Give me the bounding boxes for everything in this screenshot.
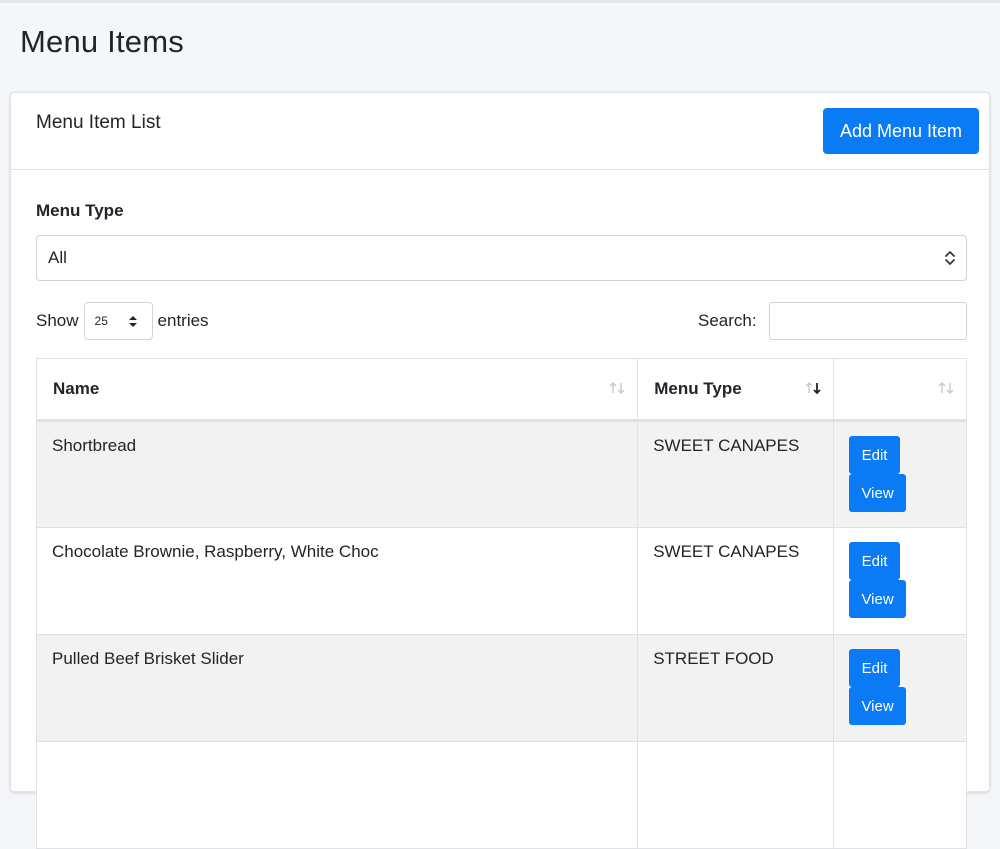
menu-items-table: Name Menu Type Shortbread SWEET CANAPES … xyxy=(35,358,967,849)
cell-actions: Edit View xyxy=(833,420,967,528)
cell-name xyxy=(35,741,639,849)
table-row: Pulled Beef Brisket Slider STREET FOOD E… xyxy=(35,634,967,742)
cell-menu-type: SWEET CANAPES xyxy=(637,527,835,635)
page-title: Menu Items xyxy=(20,24,184,59)
sort-icon xyxy=(609,382,625,394)
view-button[interactable]: View xyxy=(849,687,907,725)
cell-menu-type xyxy=(637,741,835,849)
edit-button[interactable]: Edit xyxy=(849,649,901,687)
select-chevron-icon xyxy=(945,251,955,265)
entries-length-control: Show 25 entries xyxy=(36,302,209,340)
edit-button[interactable]: Edit xyxy=(849,436,901,474)
column-header-actions[interactable] xyxy=(833,358,967,422)
edit-button[interactable]: Edit xyxy=(849,542,901,580)
entries-length-value: 25 xyxy=(94,314,108,328)
column-header-menu-type-label: Menu Type xyxy=(654,379,742,398)
menu-type-selected-value: All xyxy=(48,248,67,267)
column-header-name[interactable]: Name xyxy=(35,358,639,422)
table-row: Shortbread SWEET CANAPES Edit View xyxy=(35,420,967,528)
cell-name: Pulled Beef Brisket Slider xyxy=(35,634,639,742)
cell-name: Chocolate Brownie, Raspberry, White Choc xyxy=(35,527,639,635)
cell-name: Shortbread xyxy=(35,420,639,528)
cell-actions: Edit View xyxy=(833,634,967,742)
menu-type-label: Menu Type xyxy=(36,201,124,220)
card-title: Menu Item List xyxy=(36,112,161,133)
add-menu-item-button[interactable]: Add Menu Item xyxy=(823,108,979,154)
cell-actions: Edit View xyxy=(833,527,967,635)
top-border xyxy=(0,0,1000,3)
menu-item-card: Menu Item List Add Menu Item Menu Type A… xyxy=(10,92,990,849)
entries-label: entries xyxy=(157,311,209,330)
length-sort-arrows-icon xyxy=(128,316,137,327)
menu-type-select[interactable]: All xyxy=(36,235,967,281)
column-header-name-label: Name xyxy=(53,379,100,398)
view-button[interactable]: View xyxy=(849,474,907,512)
view-button[interactable]: View xyxy=(849,580,907,618)
cell-actions xyxy=(833,741,967,849)
column-header-menu-type[interactable]: Menu Type xyxy=(637,358,835,422)
search-input[interactable] xyxy=(769,302,967,340)
show-label: Show xyxy=(36,311,79,330)
card-header: Menu Item List Add Menu Item xyxy=(11,93,989,170)
cell-menu-type: SWEET CANAPES xyxy=(637,420,835,528)
table-row: Chocolate Brownie, Raspberry, White Choc… xyxy=(35,527,967,635)
search-label: Search: xyxy=(698,311,757,330)
sort-icon xyxy=(938,382,954,394)
entries-length-select[interactable]: 25 xyxy=(83,302,153,340)
cell-menu-type: STREET FOOD xyxy=(637,634,835,742)
table-row xyxy=(35,741,967,849)
sort-descending-icon xyxy=(805,382,821,395)
